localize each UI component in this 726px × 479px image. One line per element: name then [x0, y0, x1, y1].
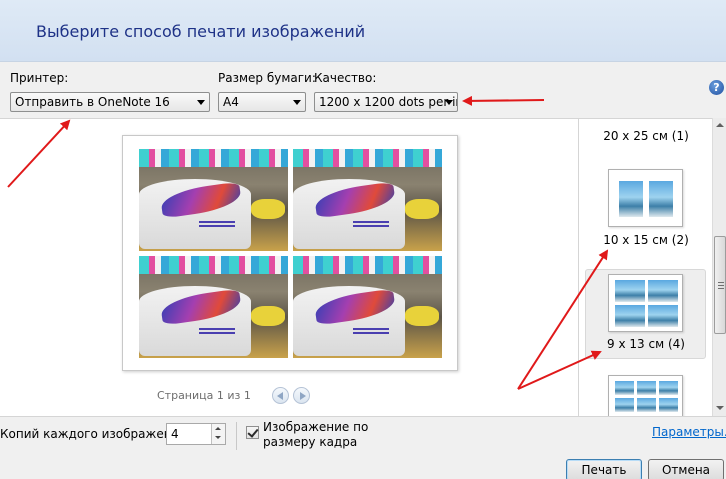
fit-to-frame-label: Изображение по размеру кадра: [263, 420, 369, 449]
grip-icon: [718, 282, 724, 289]
cancel-button[interactable]: Отмена: [648, 459, 724, 479]
quality-select[interactable]: 1200 x 1200 dots per in: [314, 92, 458, 112]
options-link[interactable]: Параметры...: [652, 425, 726, 439]
layout-item-4up[interactable]: [608, 274, 683, 332]
copies-label: Копий каждого изображения:: [0, 427, 191, 441]
layout-item-2up[interactable]: [608, 169, 683, 227]
divider: [236, 422, 237, 450]
copies-stepper[interactable]: 4: [166, 423, 226, 445]
quality-value: 1200 x 1200 dots per in: [319, 95, 458, 109]
preview-photo: [293, 149, 442, 251]
paper-size-value: A4: [223, 95, 239, 109]
layout-scrollbar[interactable]: [712, 118, 726, 416]
fit-to-frame-checkbox[interactable]: [246, 426, 259, 439]
copies-value: 4: [171, 427, 179, 441]
chevron-down-icon: [293, 100, 301, 105]
preview-page: [122, 135, 458, 371]
print-button[interactable]: Печать: [566, 459, 642, 479]
chevron-down-icon: [445, 100, 453, 105]
printer-select-value: Отправить в OneNote 16: [15, 95, 170, 109]
layout-item-multi[interactable]: [608, 375, 683, 416]
printer-select[interactable]: Отправить в OneNote 16: [10, 92, 210, 112]
scroll-up-icon[interactable]: [716, 123, 724, 127]
paper-size-label: Размер бумаги:: [218, 71, 316, 85]
scrollbar-thumb[interactable]: [714, 236, 726, 334]
page-indicator: Страница 1 из 1: [157, 389, 251, 402]
paper-size-select[interactable]: A4: [218, 92, 306, 112]
previous-page-button[interactable]: [272, 387, 289, 404]
layout-list: 20 x 25 см (1) 10 x 15 см (2) 9 x 13 см …: [578, 118, 712, 416]
arrow-up-icon[interactable]: [215, 427, 221, 430]
dialog-header: Выберите способ печати изображений: [0, 0, 726, 62]
preview-photo: [139, 149, 288, 251]
settings-row: Принтер: Отправить в OneNote 16 Размер б…: [0, 62, 726, 118]
preview-photo: [139, 256, 288, 358]
chevron-down-icon: [197, 100, 205, 105]
dialog-title: Выберите способ печати изображений: [36, 22, 366, 41]
arrow-right-icon: [300, 392, 306, 400]
question-icon[interactable]: ?: [709, 80, 724, 95]
layout-item-label[interactable]: 20 x 25 см (1): [579, 129, 712, 143]
next-page-button[interactable]: [293, 387, 310, 404]
printer-label: Принтер:: [10, 71, 69, 85]
stepper-buttons[interactable]: [211, 424, 225, 444]
layout-item-label[interactable]: 9 x 13 см (4): [579, 337, 712, 351]
scroll-down-icon[interactable]: [716, 406, 724, 410]
quality-label: Качество:: [314, 71, 377, 85]
arrow-left-icon: [277, 392, 283, 400]
print-preview: Страница 1 из 1: [0, 118, 578, 416]
preview-photo: [293, 256, 442, 358]
arrow-down-icon[interactable]: [215, 436, 221, 439]
layout-item-label[interactable]: 10 x 15 см (2): [579, 233, 712, 247]
